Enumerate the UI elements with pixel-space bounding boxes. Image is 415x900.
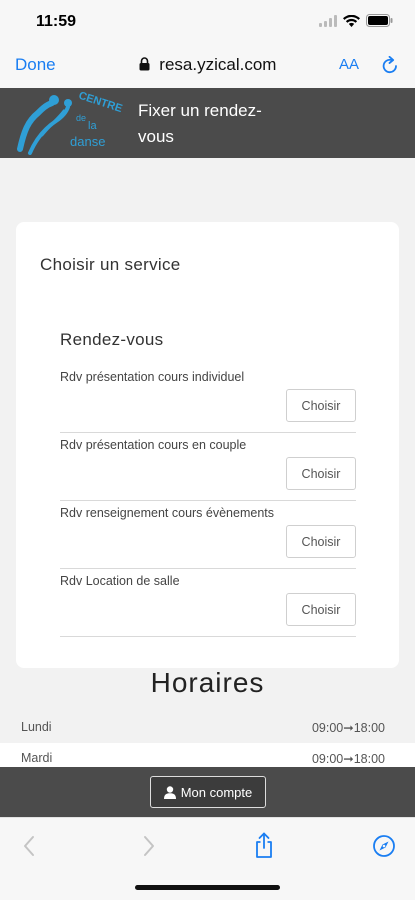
compass-icon[interactable]: [372, 834, 396, 858]
choose-button[interactable]: Choisir: [286, 389, 356, 422]
wifi-icon: [343, 14, 360, 27]
section-title: Rendez-vous: [60, 330, 164, 349]
cellular-signal-icon: [319, 14, 337, 27]
service-item: Rdv renseignement cours évènements Chois…: [60, 501, 356, 569]
service-name: Rdv renseignement cours évènements: [60, 506, 275, 520]
browser-bar: Done resa.yzical.com AA: [0, 44, 415, 88]
hours-time: 09:00➞18:00: [311, 721, 385, 735]
service-name: Rdv présentation cours en couple: [60, 438, 247, 452]
share-icon[interactable]: [254, 832, 274, 858]
service-name: Rdv présentation cours individuel: [60, 370, 245, 384]
home-indicator: [135, 885, 280, 890]
account-button[interactable]: Mon compte: [150, 776, 266, 808]
service-name: Rdv Location de salle: [60, 574, 180, 588]
text-size-button[interactable]: AA: [339, 56, 359, 73]
logo[interactable]: CENTRE de la danse: [16, 91, 128, 155]
choose-button[interactable]: Choisir: [286, 593, 356, 626]
hours-title: Horaires: [150, 667, 265, 698]
page-title: Fixer un rendez-vous: [138, 101, 262, 146]
hours-day: Mardi: [21, 751, 53, 765]
site-footer: Mon compte: [0, 767, 415, 817]
hours-time: 09:00➞18:00: [311, 752, 385, 766]
service-item: Rdv présentation cours en couple Choisir: [60, 433, 356, 501]
card-title: Choisir un service: [40, 255, 181, 274]
status-bar: 11:59: [0, 0, 415, 44]
back-icon[interactable]: [22, 835, 36, 857]
forward-icon[interactable]: [142, 835, 156, 857]
service-list: Rdv présentation cours individuel Choisi…: [60, 365, 356, 637]
service-item: Rdv présentation cours individuel Choisi…: [60, 365, 356, 433]
logo-word-la: la: [88, 120, 97, 132]
status-icons: [319, 14, 393, 27]
hours-day: Lundi: [21, 720, 52, 734]
logo-word-danse: danse: [70, 134, 105, 149]
account-label: Mon compte: [180, 784, 253, 800]
reload-icon[interactable]: [381, 56, 399, 75]
lock-icon: [139, 57, 150, 71]
battery-icon: [366, 14, 393, 27]
user-icon: [163, 785, 176, 799]
choose-button[interactable]: Choisir: [286, 457, 356, 490]
logo-word-de: de: [76, 113, 86, 123]
status-time: 11:59: [36, 13, 77, 30]
site-header: CENTRE de la danse Fixer un rendez-vous: [0, 88, 415, 158]
service-card: Choisir un service Rendez-vous Rdv prése…: [16, 222, 399, 668]
choose-button[interactable]: Choisir: [286, 525, 356, 558]
logo-word-centre: CENTRE: [77, 91, 124, 115]
service-item: Rdv Location de salle Choisir: [60, 569, 356, 637]
url-text: resa.yzical.com: [159, 55, 277, 74]
hours-row: Lundi 09:00➞18:00: [0, 712, 415, 743]
